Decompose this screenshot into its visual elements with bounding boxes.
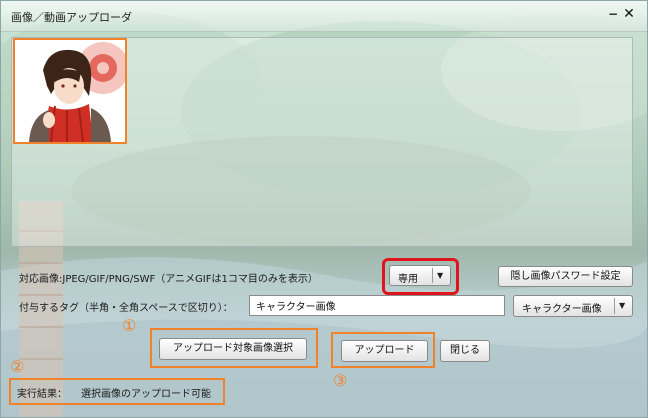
- hidden-image-password-button[interactable]: 隠し画像パスワード設定: [498, 266, 633, 287]
- mode-select-value: 専用: [398, 274, 418, 285]
- tags-label: 付与するタグ（半角・全角スペースで区切り）：: [19, 303, 233, 314]
- uploader-window: 画像／動画アップローダ − ✕ 対応画像:JPEG/GIF/PNG/SWF（アニ…: [0, 0, 648, 418]
- annotation-number-2: ②: [10, 357, 25, 376]
- upload-button[interactable]: アップロード: [341, 340, 428, 362]
- chevron-down-icon: ▼: [619, 301, 626, 310]
- mode-select-divider: [432, 268, 433, 283]
- result-message: 選択画像のアップロード可能: [81, 389, 211, 400]
- mode-select[interactable]: 専用 ▼: [389, 265, 451, 286]
- annotation-number-3: ③: [333, 371, 348, 390]
- close-button[interactable]: 閉じる: [440, 340, 490, 362]
- result-label: 実行結果：: [17, 389, 67, 400]
- tags-input[interactable]: [249, 295, 505, 316]
- annotation-number-1: ①: [122, 316, 137, 335]
- title-bar: 画像／動画アップローダ − ✕: [1, 1, 647, 32]
- supported-formats-label: 対応画像:JPEG/GIF/PNG/SWF（アニメGIFは1コマ目のみを表示）: [19, 274, 318, 285]
- character-portrait: [15, 40, 125, 142]
- chevron-down-icon: ▼: [437, 271, 444, 280]
- uploaded-image-thumbnail[interactable]: [13, 38, 127, 144]
- close-icon[interactable]: ✕: [622, 6, 636, 22]
- minimize-icon[interactable]: −: [607, 6, 619, 22]
- select-upload-image-button[interactable]: アップロード対象画像選択: [159, 338, 307, 360]
- window-title: 画像／動画アップローダ: [11, 11, 132, 24]
- tag-preset-select[interactable]: キャラクター画像 ▼: [513, 295, 633, 317]
- tag-preset-divider: [614, 298, 615, 314]
- tag-preset-value: キャラクター画像: [522, 304, 602, 315]
